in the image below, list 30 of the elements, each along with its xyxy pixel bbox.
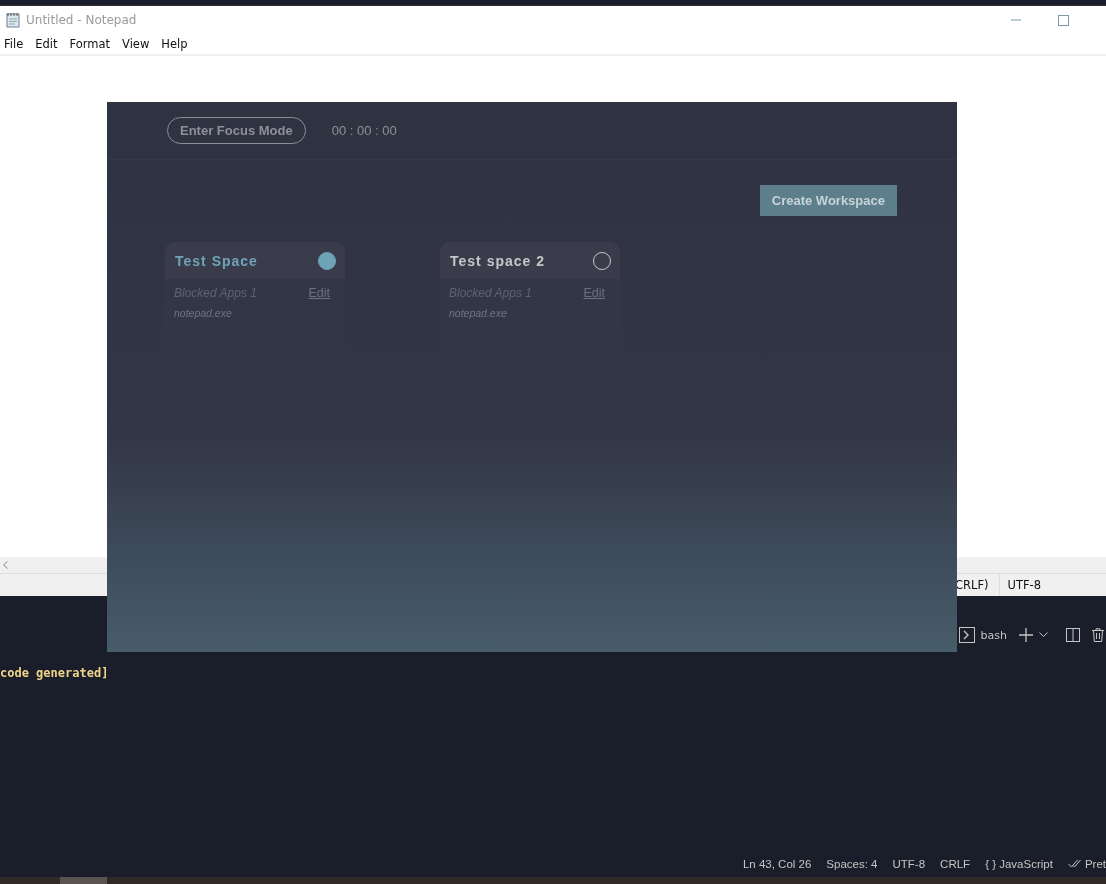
status-item[interactable]: { } JavaScript: [985, 858, 1053, 870]
select-radio[interactable]: [318, 251, 336, 270]
menu-item[interactable]: View: [122, 37, 150, 51]
timer: 00 : 00 : 00: [331, 123, 397, 138]
status-item: UTF-8: [998, 574, 1050, 596]
terminal-icon[interactable]: [958, 627, 975, 643]
trash-icon[interactable]: [1092, 628, 1104, 642]
status-item[interactable]: Spaces: 4: [826, 858, 878, 870]
terminal-output: code generated]: [0, 666, 109, 680]
status-item[interactable]: CRLF: [940, 858, 971, 870]
menu-item[interactable]: File: [4, 37, 24, 51]
app-name: notepad.exe: [448, 306, 508, 319]
workspace-title: Test space 2: [450, 252, 545, 269]
maximize-icon[interactable]: [1058, 14, 1069, 26]
menu-item[interactable]: Help: [161, 37, 188, 51]
status-item[interactable]: UTF-8: [892, 858, 926, 870]
workspace-title: Test Space: [175, 252, 258, 269]
add-icon[interactable]: [1019, 628, 1033, 642]
status-item[interactable]: Ln 43, Col 26: [742, 858, 812, 870]
window-title: Untitled - Notepad: [26, 13, 137, 27]
menu-item[interactable]: Edit: [35, 37, 58, 51]
status-item[interactable]: Pret: [1067, 858, 1106, 870]
shell-name[interactable]: bash: [980, 628, 1007, 642]
chevron-left-icon[interactable]: [3, 561, 8, 569]
check-icon: [1067, 859, 1082, 869]
menu-item[interactable]: Format: [69, 37, 111, 51]
chevron-down-icon[interactable]: [1039, 632, 1048, 638]
notepad-icon: [6, 12, 20, 28]
split-icon[interactable]: [1066, 628, 1080, 642]
app-name: notepad.exe: [173, 306, 233, 319]
